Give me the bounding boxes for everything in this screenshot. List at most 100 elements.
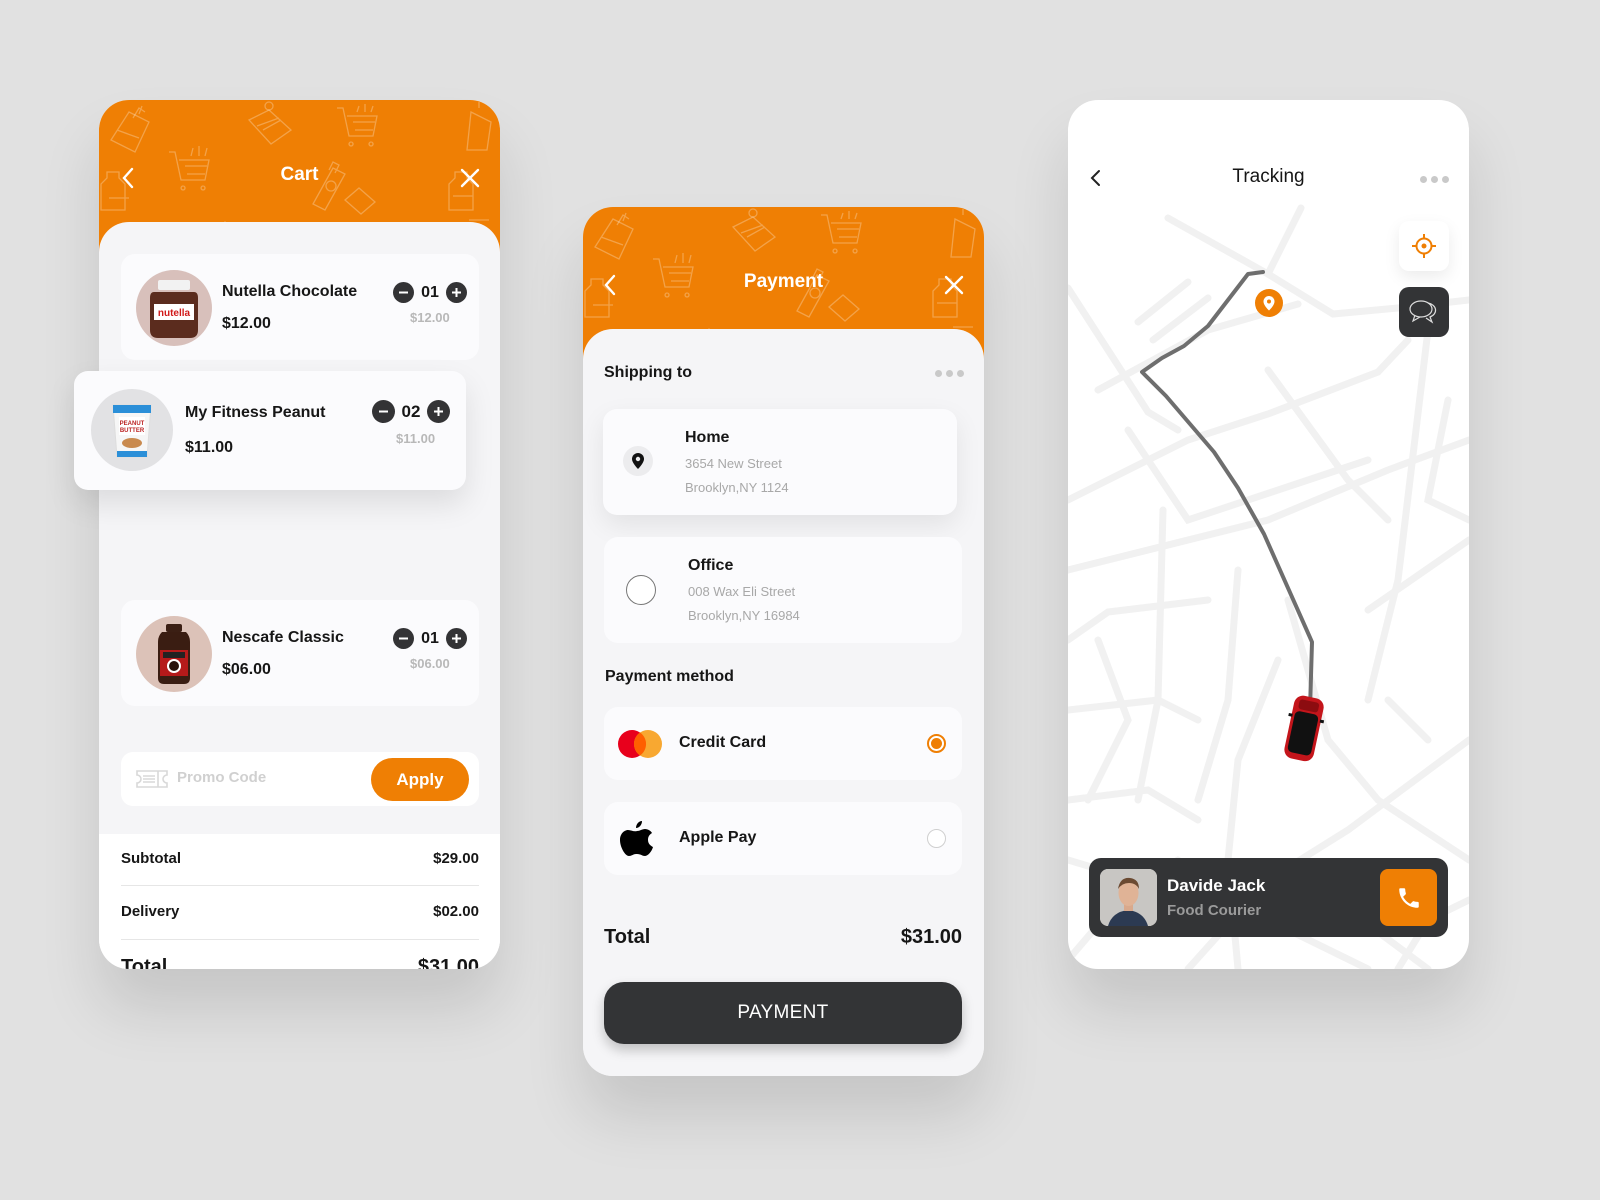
product-image-peanut-butter: PEANUT BUTTER bbox=[91, 389, 173, 471]
car-icon bbox=[1284, 695, 1325, 762]
address-line: Brooklyn,NY 1124 bbox=[685, 480, 789, 495]
decrease-button[interactable] bbox=[372, 400, 395, 423]
address-title: Office bbox=[688, 557, 734, 574]
item-price: $11.00 bbox=[185, 439, 234, 456]
increase-button[interactable] bbox=[446, 628, 467, 649]
promo-code-field: Apply bbox=[121, 752, 479, 806]
delivery-value: $02.00 bbox=[433, 903, 479, 920]
close-icon bbox=[944, 275, 964, 295]
increase-button[interactable] bbox=[446, 282, 467, 303]
item-name: Nutella Chocolate bbox=[222, 283, 358, 300]
locate-me-button[interactable] bbox=[1399, 221, 1449, 271]
address-title: Home bbox=[685, 429, 730, 446]
crosshair-icon bbox=[1412, 234, 1436, 258]
more-options-button[interactable] bbox=[1420, 176, 1449, 183]
page-title: Tracking bbox=[1232, 166, 1305, 187]
item-line-total: $11.00 bbox=[396, 431, 436, 446]
order-summary: Subtotal $29.00 Delivery $02.00 Total $3… bbox=[99, 834, 500, 969]
quantity-stepper: 01 bbox=[393, 282, 467, 303]
map-pin-icon bbox=[632, 453, 644, 469]
cart-item: Nescafe Classic $06.00 01 $06.00 bbox=[121, 600, 479, 706]
close-button[interactable] bbox=[456, 164, 484, 192]
minus-icon bbox=[399, 291, 408, 294]
divider bbox=[121, 885, 479, 886]
quantity-stepper: 01 bbox=[393, 628, 467, 649]
payment-screen: Payment Shipping to Home 3654 New Street… bbox=[583, 207, 984, 1076]
address-line: 3654 New Street bbox=[685, 456, 782, 471]
map-pin-icon bbox=[1255, 289, 1283, 317]
shipping-label: Shipping to bbox=[604, 364, 692, 381]
plus-icon bbox=[434, 407, 443, 416]
product-image-nescafe bbox=[136, 616, 212, 692]
quantity-value: 01 bbox=[421, 629, 439, 647]
quantity-stepper: 02 bbox=[372, 400, 450, 423]
svg-text:nutella: nutella bbox=[158, 308, 191, 319]
increase-button[interactable] bbox=[427, 400, 450, 423]
address-option-home[interactable]: Home 3654 New Street Brooklyn,NY 1124 bbox=[603, 409, 957, 515]
product-image-nutella: nutella bbox=[136, 270, 212, 346]
cart-item: nutella Nutella Chocolate $12.00 01 $12.… bbox=[121, 254, 479, 360]
total-row: Total $31.00 bbox=[121, 956, 479, 969]
item-price: $12.00 bbox=[222, 315, 271, 332]
subtotal-value: $29.00 bbox=[433, 850, 479, 867]
quantity-value: 01 bbox=[421, 283, 439, 301]
address-option-office[interactable]: Office 008 Wax Eli Street Brooklyn,NY 16… bbox=[604, 537, 962, 643]
address-radio[interactable] bbox=[626, 575, 656, 605]
page-title: Payment bbox=[743, 271, 824, 292]
svg-text:PEANUT: PEANUT bbox=[120, 421, 145, 427]
divider bbox=[121, 939, 479, 940]
total-value: $31.00 bbox=[900, 926, 962, 948]
more-options-button[interactable] bbox=[935, 370, 964, 377]
item-line-total: $12.00 bbox=[410, 310, 450, 325]
total-label: Total bbox=[121, 956, 168, 969]
payment-option-label: Credit Card bbox=[679, 734, 767, 751]
promo-code-input[interactable] bbox=[177, 769, 357, 786]
address-line: 008 Wax Eli Street bbox=[688, 584, 796, 599]
apply-button[interactable]: Apply bbox=[371, 758, 469, 801]
minus-icon bbox=[399, 637, 408, 640]
total-row: Total $31.00 bbox=[604, 926, 962, 949]
cart-sheet: nutella Nutella Chocolate $12.00 01 $12.… bbox=[99, 222, 500, 969]
address-line: Brooklyn,NY 16984 bbox=[688, 608, 800, 623]
payment-radio-selected[interactable] bbox=[927, 734, 946, 753]
chat-bubbles-icon bbox=[1409, 300, 1437, 324]
courier-card: Davide Jack Food Courier bbox=[1089, 858, 1448, 937]
item-name: My Fitness Peanut bbox=[185, 404, 326, 421]
payment-method-label: Payment method bbox=[605, 668, 734, 685]
item-name: Nescafe Classic bbox=[222, 629, 344, 646]
delivery-label: Delivery bbox=[121, 903, 180, 920]
total-value: $31.00 bbox=[417, 956, 479, 969]
decrease-button[interactable] bbox=[393, 628, 414, 649]
item-price: $06.00 bbox=[222, 661, 271, 678]
plus-icon bbox=[452, 288, 461, 297]
courier-role: Food Courier bbox=[1167, 902, 1262, 919]
payment-sheet: Shipping to Home 3654 New Street Brookly… bbox=[583, 329, 984, 1076]
apple-icon bbox=[620, 821, 653, 856]
delivery-row: Delivery $02.00 bbox=[121, 903, 479, 920]
minus-icon bbox=[379, 410, 388, 413]
payment-button[interactable]: PAYMENT bbox=[604, 982, 962, 1044]
payment-option-credit-card[interactable]: Credit Card bbox=[604, 707, 962, 780]
cart-item-highlighted: PEANUT BUTTER My Fitness Peanut $11.00 0… bbox=[74, 371, 466, 490]
close-button[interactable] bbox=[940, 271, 968, 299]
svg-text:BUTTER: BUTTER bbox=[120, 428, 145, 434]
quantity-value: 02 bbox=[401, 401, 421, 421]
ticket-icon bbox=[136, 770, 168, 788]
page-title: Cart bbox=[280, 164, 319, 185]
call-courier-button[interactable] bbox=[1380, 869, 1437, 926]
payment-radio[interactable] bbox=[927, 829, 946, 848]
item-line-total: $06.00 bbox=[410, 656, 450, 671]
courier-name: Davide Jack bbox=[1167, 876, 1266, 895]
courier-avatar bbox=[1100, 869, 1157, 926]
chat-button[interactable] bbox=[1399, 287, 1449, 337]
tracking-screen: Tracking Davide Jack Food Courier bbox=[1068, 100, 1469, 969]
total-label: Total bbox=[604, 926, 651, 948]
subtotal-row: Subtotal $29.00 bbox=[121, 850, 479, 867]
location-pin-badge bbox=[623, 446, 653, 476]
payment-option-apple-pay[interactable]: Apple Pay bbox=[604, 802, 962, 875]
plus-icon bbox=[452, 634, 461, 643]
close-icon bbox=[460, 168, 480, 188]
subtotal-label: Subtotal bbox=[121, 850, 181, 867]
mastercard-icon bbox=[618, 730, 662, 758]
decrease-button[interactable] bbox=[393, 282, 414, 303]
